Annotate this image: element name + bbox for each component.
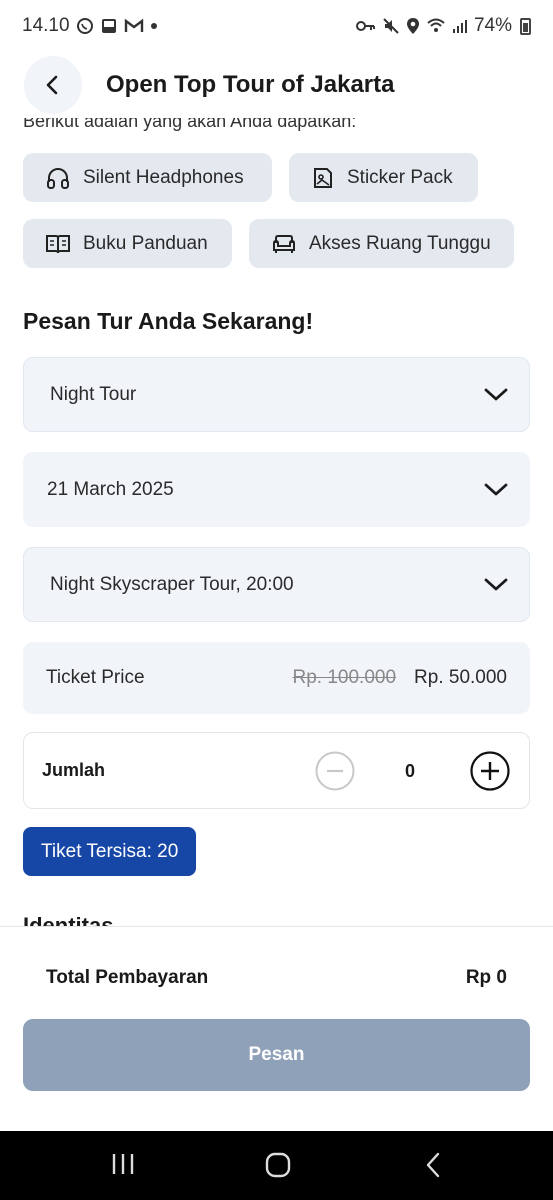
total-payment-row: Total Pembayaran Rp 0: [46, 967, 507, 989]
benefit-chip-headphones: Silent Headphones: [23, 153, 272, 202]
signal-icon: [452, 18, 468, 34]
gmail-icon: [124, 18, 144, 34]
schedule-select[interactable]: Night Skyscraper Tour, 20:00: [23, 547, 530, 622]
date-value: 21 March 2025: [47, 478, 174, 500]
total-payment-label: Total Pembayaran: [46, 967, 209, 988]
headphones-icon: [47, 167, 69, 189]
ticket-price-label: Ticket Price: [46, 667, 145, 688]
page-title: Open Top Tour of Jakarta: [106, 71, 395, 98]
wifi-icon: [426, 18, 446, 34]
status-bar: 14.10 74%: [0, 0, 553, 52]
quantity-label: Jumlah: [42, 760, 106, 780]
ticket-price-values: Rp. 100.000 Rp. 50.000: [293, 667, 508, 689]
benefit-chip-lounge: Akses Ruang Tunggu: [249, 219, 514, 268]
quantity-stepper: Jumlah 0: [23, 732, 530, 809]
system-nav-bar: [0, 1131, 553, 1200]
key-icon: [355, 19, 376, 33]
status-right: 74%: [355, 15, 531, 37]
tour-type-value: Night Tour: [50, 383, 137, 405]
tour-type-select[interactable]: Night Tour: [23, 357, 530, 432]
ticket-price-row: Ticket Price Rp. 100.000 Rp. 50.000: [23, 642, 530, 714]
gallery-icon: [100, 17, 118, 35]
back-arrow-icon: [426, 1152, 440, 1178]
app-header: Open Top Tour of Jakarta: [0, 52, 553, 118]
battery-percent: 74%: [473, 15, 512, 36]
book-icon: [46, 234, 70, 253]
benefit-label: Sticker Pack: [347, 166, 453, 188]
minus-circle-icon: [315, 751, 355, 791]
system-back-button[interactable]: [422, 1151, 444, 1184]
benefit-label: Silent Headphones: [83, 166, 244, 188]
battery-icon: [520, 17, 531, 35]
chevron-down-icon: [484, 578, 508, 590]
benefit-label: Buku Panduan: [83, 232, 208, 254]
status-left: 14.10: [22, 15, 158, 37]
mute-icon: [382, 17, 400, 35]
schedule-value: Night Skyscraper Tour, 20:00: [50, 573, 294, 595]
benefit-label: Akses Ruang Tunggu: [309, 232, 491, 254]
remaining-tickets-badge: Tiket Tersisa: 20: [23, 827, 197, 876]
status-time: 14.10: [22, 15, 70, 36]
home-button[interactable]: [264, 1151, 292, 1184]
date-select[interactable]: 21 March 2025: [23, 452, 530, 527]
whatsapp-icon: [76, 17, 94, 35]
plus-circle-icon: [470, 751, 510, 791]
notification-dot-icon: [150, 22, 158, 30]
recent-apps-button[interactable]: [110, 1151, 136, 1182]
benefit-chip-guidebook: Buku Panduan: [23, 219, 232, 268]
increment-button[interactable]: [470, 751, 510, 796]
order-button[interactable]: Pesan: [23, 1019, 530, 1091]
back-button[interactable]: [24, 56, 82, 114]
chevron-down-icon: [484, 388, 508, 400]
booking-section-title: Pesan Tur Anda Sekarang!: [23, 308, 314, 334]
decrement-button[interactable]: [315, 751, 355, 796]
chevron-left-icon: [46, 75, 58, 95]
recent-apps-icon: [112, 1154, 134, 1174]
benefit-chip-sticker: Sticker Pack: [289, 153, 478, 202]
checkout-footer: Total Pembayaran Rp 0 Pesan: [0, 926, 553, 1131]
identity-section-title: Identitas: [23, 913, 114, 927]
quantity-value: 0: [405, 761, 416, 781]
total-payment-value: Rp 0: [465, 967, 507, 988]
chevron-down-icon: [484, 483, 508, 495]
sticker-icon: [314, 167, 332, 188]
sofa-icon: [273, 234, 295, 253]
home-icon: [265, 1152, 291, 1178]
location-icon: [406, 17, 420, 35]
original-price: Rp. 100.000: [292, 667, 397, 688]
discounted-price: Rp. 50.000: [414, 667, 507, 688]
